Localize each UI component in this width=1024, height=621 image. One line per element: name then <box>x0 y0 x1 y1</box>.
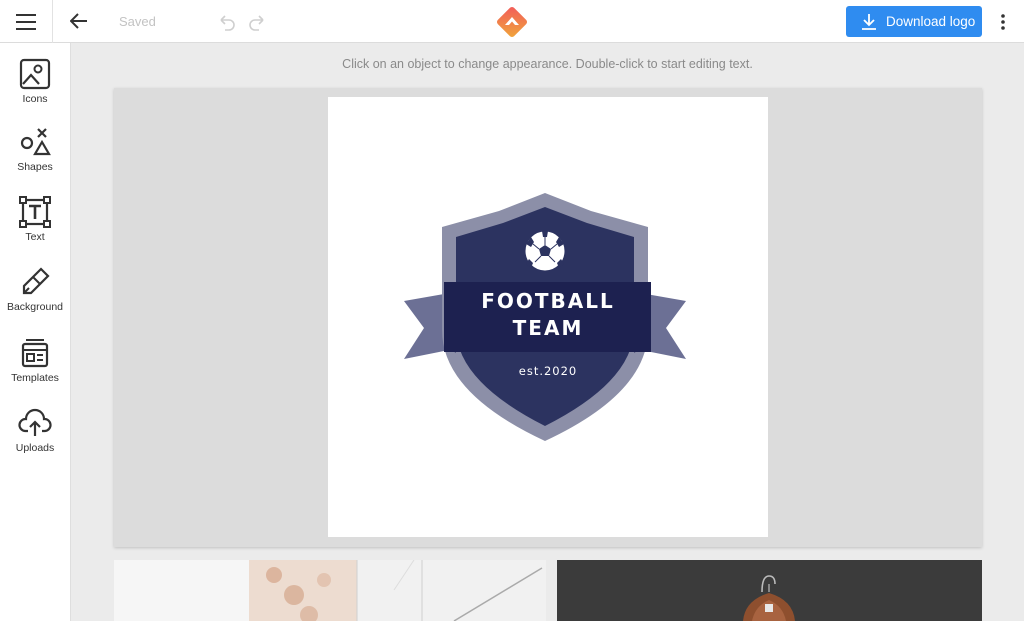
tools-sidebar: Icons Shapes Text Background Templates U… <box>0 43 71 621</box>
save-status: Saved <box>119 14 156 29</box>
sidebar-item-templates[interactable]: Templates <box>0 336 70 398</box>
back-button[interactable] <box>66 8 92 34</box>
logo-title-line2[interactable]: TEAM <box>444 315 652 342</box>
preview-scene-right <box>557 560 982 621</box>
sidebar-item-text[interactable]: Text <box>0 195 70 257</box>
templates-icon <box>18 336 52 370</box>
more-vert-icon <box>1001 14 1005 30</box>
brand-logo[interactable] <box>494 4 530 40</box>
menu-icon <box>16 13 36 30</box>
sidebar-item-background[interactable]: Background <box>0 265 70 327</box>
preview-scene-left <box>114 560 546 621</box>
sidebar-item-icons[interactable]: Icons <box>0 57 70 119</box>
undo-icon[interactable] <box>216 11 238 33</box>
sidebar-item-uploads[interactable]: Uploads <box>0 406 70 468</box>
upload-icon <box>18 406 52 440</box>
template-preview-mockup-right[interactable] <box>557 560 982 621</box>
logo-title[interactable]: FOOTBALL TEAM <box>444 288 652 342</box>
redo-icon[interactable] <box>246 11 268 33</box>
back-arrow-icon <box>70 13 87 29</box>
shapes-icon <box>18 125 52 159</box>
image-icon <box>18 57 52 91</box>
sidebar-label: Uploads <box>15 442 55 454</box>
sidebar-label: Shapes <box>17 161 53 173</box>
sidebar-item-shapes[interactable]: Shapes <box>0 125 70 187</box>
ribbon-right[interactable] <box>646 294 686 359</box>
more-options-button[interactable] <box>993 10 1013 34</box>
sidebar-label: Icons <box>22 93 48 105</box>
download-logo-button[interactable]: Download logo <box>846 6 982 37</box>
logo-title-line1[interactable]: FOOTBALL <box>444 288 652 315</box>
template-preview-mockup-left[interactable] <box>114 560 546 621</box>
brush-icon <box>18 265 52 299</box>
menu-button[interactable] <box>0 0 53 43</box>
ribbon-left[interactable] <box>404 294 444 359</box>
download-icon <box>860 13 878 31</box>
text-icon <box>18 195 52 229</box>
soccer-ball-icon[interactable] <box>524 230 566 272</box>
editor-hint: Click on an object to change appearance.… <box>342 57 753 71</box>
logo-subtitle[interactable]: est.2020 <box>444 364 652 378</box>
top-bar: Saved Download logo <box>0 0 1024 43</box>
sidebar-label: Templates <box>11 372 59 384</box>
download-label: Download logo <box>886 14 976 29</box>
sidebar-label: Background <box>6 301 64 313</box>
sidebar-label: Text <box>25 231 45 243</box>
